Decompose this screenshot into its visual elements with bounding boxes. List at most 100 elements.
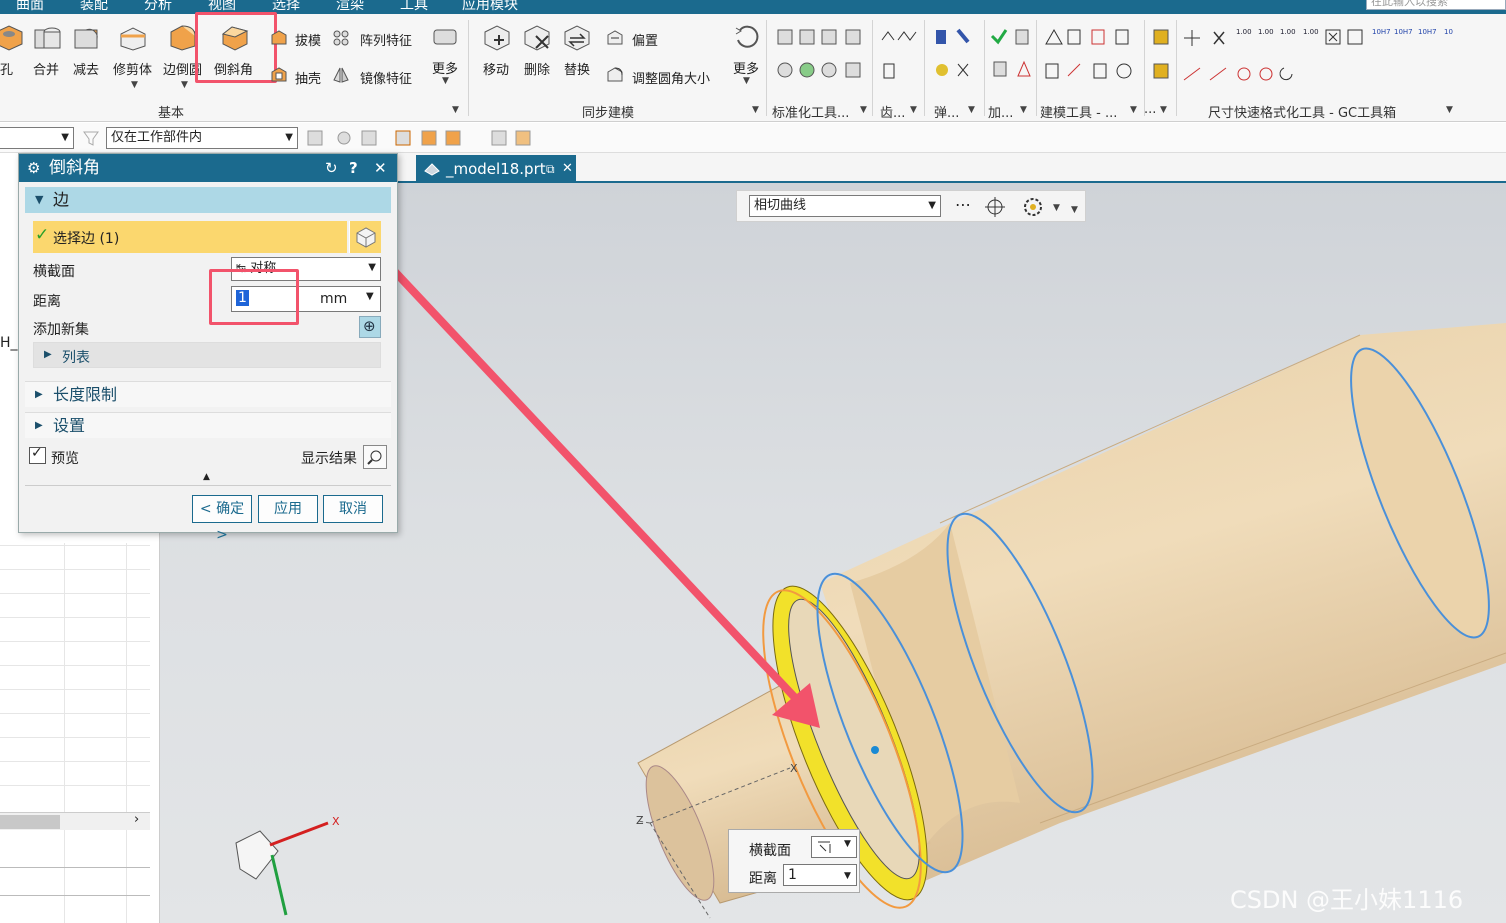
resize-blend-button[interactable]: 调整圆角大小 [632, 68, 710, 87]
resize-blend-icon[interactable] [606, 66, 624, 84]
extra-tools-menu-icon[interactable]: ▼ [1160, 105, 1167, 115]
command-search-input[interactable]: 在此输入以搜索 [1366, 0, 1506, 10]
scrollbar-thumb[interactable] [0, 815, 60, 829]
spring-tools-icons[interactable] [932, 28, 976, 88]
basic-group-menu-icon[interactable]: ▼ [452, 105, 459, 115]
distance-unit[interactable]: mm [320, 291, 347, 307]
delete-face-button[interactable]: 删除 [524, 59, 550, 78]
snap-point-icon[interactable] [983, 195, 1007, 219]
trim-body-icon[interactable] [118, 22, 148, 52]
replace-face-icon[interactable] [562, 22, 592, 52]
edge-blend-dropdown-icon[interactable]: ▼ [181, 80, 188, 90]
delete-face-icon[interactable] [522, 22, 552, 52]
unite-icon[interactable] [32, 22, 62, 52]
mirror-feature-button[interactable]: 镜像特征 [360, 68, 412, 87]
more-basic-button[interactable]: 更多 [432, 58, 458, 77]
more-basic-icon[interactable] [430, 22, 460, 52]
navigator-horizontal-scrollbar[interactable]: › [0, 812, 150, 830]
draft-icon[interactable] [270, 29, 288, 47]
trim-body-button[interactable]: 修剪体 [113, 59, 152, 78]
gear-tools-label[interactable]: 齿... [880, 102, 905, 121]
gc-tolerance-label-2[interactable]: 1.00 [1258, 28, 1274, 36]
offset-region-icon[interactable] [606, 29, 624, 47]
ok-button[interactable]: < 确定 > [192, 495, 252, 543]
modeling-tools-label[interactable]: 建模工具 - ... [1040, 102, 1117, 121]
hole-icon[interactable] [0, 22, 24, 52]
reset-icon[interactable]: ↻ [325, 154, 338, 182]
spring-tools-menu-icon[interactable]: ▼ [968, 105, 975, 115]
gc-toolbox-label[interactable]: 尺寸快速格式化工具 - GC工具箱 [1208, 102, 1396, 121]
gc-toolbox-menu-icon[interactable]: ▼ [1446, 105, 1453, 115]
pattern-feature-button[interactable]: 阵列特征 [360, 30, 412, 49]
select-edge-button[interactable] [349, 221, 381, 253]
standardization-tools-label[interactable]: 标准化工具... [772, 102, 849, 121]
offset-region-button[interactable]: 偏置 [632, 30, 658, 49]
chevron-down-icon[interactable]: ▼ [1053, 203, 1060, 213]
preview-checkbox[interactable]: ✓ [29, 445, 46, 464]
hole-button[interactable]: 孔 [0, 59, 13, 78]
show-result-button[interactable] [363, 445, 387, 469]
standardization-menu-icon[interactable]: ▼ [860, 105, 867, 115]
gc-fit-label-4[interactable]: 10 [1444, 28, 1453, 36]
edge-blend-button[interactable]: 边倒圆 [163, 59, 202, 78]
float-window-icon[interactable]: ⧉ [546, 155, 555, 183]
close-icon[interactable]: ✕ [562, 155, 573, 183]
subtract-icon[interactable] [72, 22, 102, 52]
help-icon[interactable]: ? [349, 154, 358, 182]
gc-fit-label-1[interactable]: 10H7 [1372, 28, 1391, 36]
more-options-icon[interactable]: ⋯ [955, 195, 971, 214]
machining-tools-menu-icon[interactable]: ▼ [1020, 105, 1027, 115]
shell-button[interactable]: 抽壳 [295, 68, 321, 87]
move-face-button[interactable]: 移动 [483, 59, 509, 78]
gear-tools-icons[interactable] [880, 28, 924, 88]
chevron-down-icon[interactable]: ▼ [366, 291, 374, 302]
chevron-down-icon[interactable]: ▼ [1071, 205, 1078, 215]
menu-surface[interactable]: 曲面 [16, 0, 44, 14]
edge-section-header[interactable]: ▼ 边 [25, 187, 391, 213]
type-filter-select[interactable]: ▼ [0, 127, 74, 149]
extra-tools-icons[interactable] [1150, 28, 1174, 88]
more-sync-icon[interactable] [732, 22, 762, 52]
distance-value[interactable]: 1 [236, 290, 249, 306]
mirror-icon[interactable] [332, 66, 350, 84]
spring-tools-label[interactable]: 弹... [934, 102, 959, 121]
menu-analysis[interactable]: 分析 [144, 0, 172, 14]
more-sync-button[interactable]: 更多 [733, 58, 759, 77]
settings-section-header[interactable]: ▶ 设置 [25, 412, 391, 438]
sync-group-menu-icon[interactable]: ▼ [752, 105, 759, 115]
file-tab[interactable]: _model18.prt ⧉ ✕ [416, 155, 576, 183]
filter-icon[interactable] [82, 129, 100, 147]
selection-scope-select[interactable]: 仅在工作部件内 ▼ [106, 127, 298, 149]
gc-tolerance-label-1[interactable]: 1.00 [1236, 28, 1252, 36]
modeling-tools-icons[interactable] [1042, 28, 1142, 88]
cancel-button[interactable]: 取消 [323, 495, 383, 523]
menu-assembly[interactable]: 装配 [80, 0, 108, 14]
list-subsection[interactable]: ▶ 列表 [33, 342, 381, 368]
dialog-title-bar[interactable]: ⚙ 倒斜角 ↻ ? ✕ [19, 154, 397, 182]
edge-blend-icon[interactable] [168, 22, 198, 52]
apply-button[interactable]: 应用 [258, 495, 318, 523]
collapse-arrow-icon[interactable]: ▲ [203, 472, 210, 482]
chamfer-button[interactable]: 倒斜角 [214, 59, 253, 78]
menu-applications[interactable]: 应用模块 [462, 0, 518, 14]
distance-input[interactable]: 1 mm ▼ [231, 286, 381, 312]
trim-body-dropdown-icon[interactable]: ▼ [131, 80, 138, 90]
gc-tolerance-label-3[interactable]: 1.00 [1280, 28, 1296, 36]
machining-tools-label[interactable]: 加... [988, 102, 1013, 121]
length-limit-section-header[interactable]: ▶ 长度限制 [25, 381, 391, 407]
gear-tools-menu-icon[interactable]: ▼ [910, 105, 917, 115]
gc-toolbox-icons[interactable] [1180, 28, 1470, 88]
chevron-right-icon[interactable]: › [134, 812, 139, 827]
cross-section-select[interactable]: ↹ 对称 ▼ [231, 257, 381, 281]
standardization-tools-icons[interactable] [776, 28, 866, 88]
gc-fit-label-2[interactable]: 10H7 [1394, 28, 1413, 36]
close-icon[interactable]: ✕ [374, 154, 387, 182]
snap-settings-icon[interactable] [1021, 195, 1045, 219]
menu-view[interactable]: 视图 [208, 0, 236, 14]
select-edge-row[interactable]: ✓ 选择边 (1) [33, 221, 347, 253]
extra-tools-label[interactable]: ... [1144, 102, 1156, 117]
move-face-icon[interactable] [482, 22, 512, 52]
more-sync-dropdown-icon[interactable]: ▼ [743, 76, 750, 86]
float-cross-section-select[interactable]: ▼ [811, 836, 857, 858]
chamfer-icon[interactable] [220, 22, 250, 52]
